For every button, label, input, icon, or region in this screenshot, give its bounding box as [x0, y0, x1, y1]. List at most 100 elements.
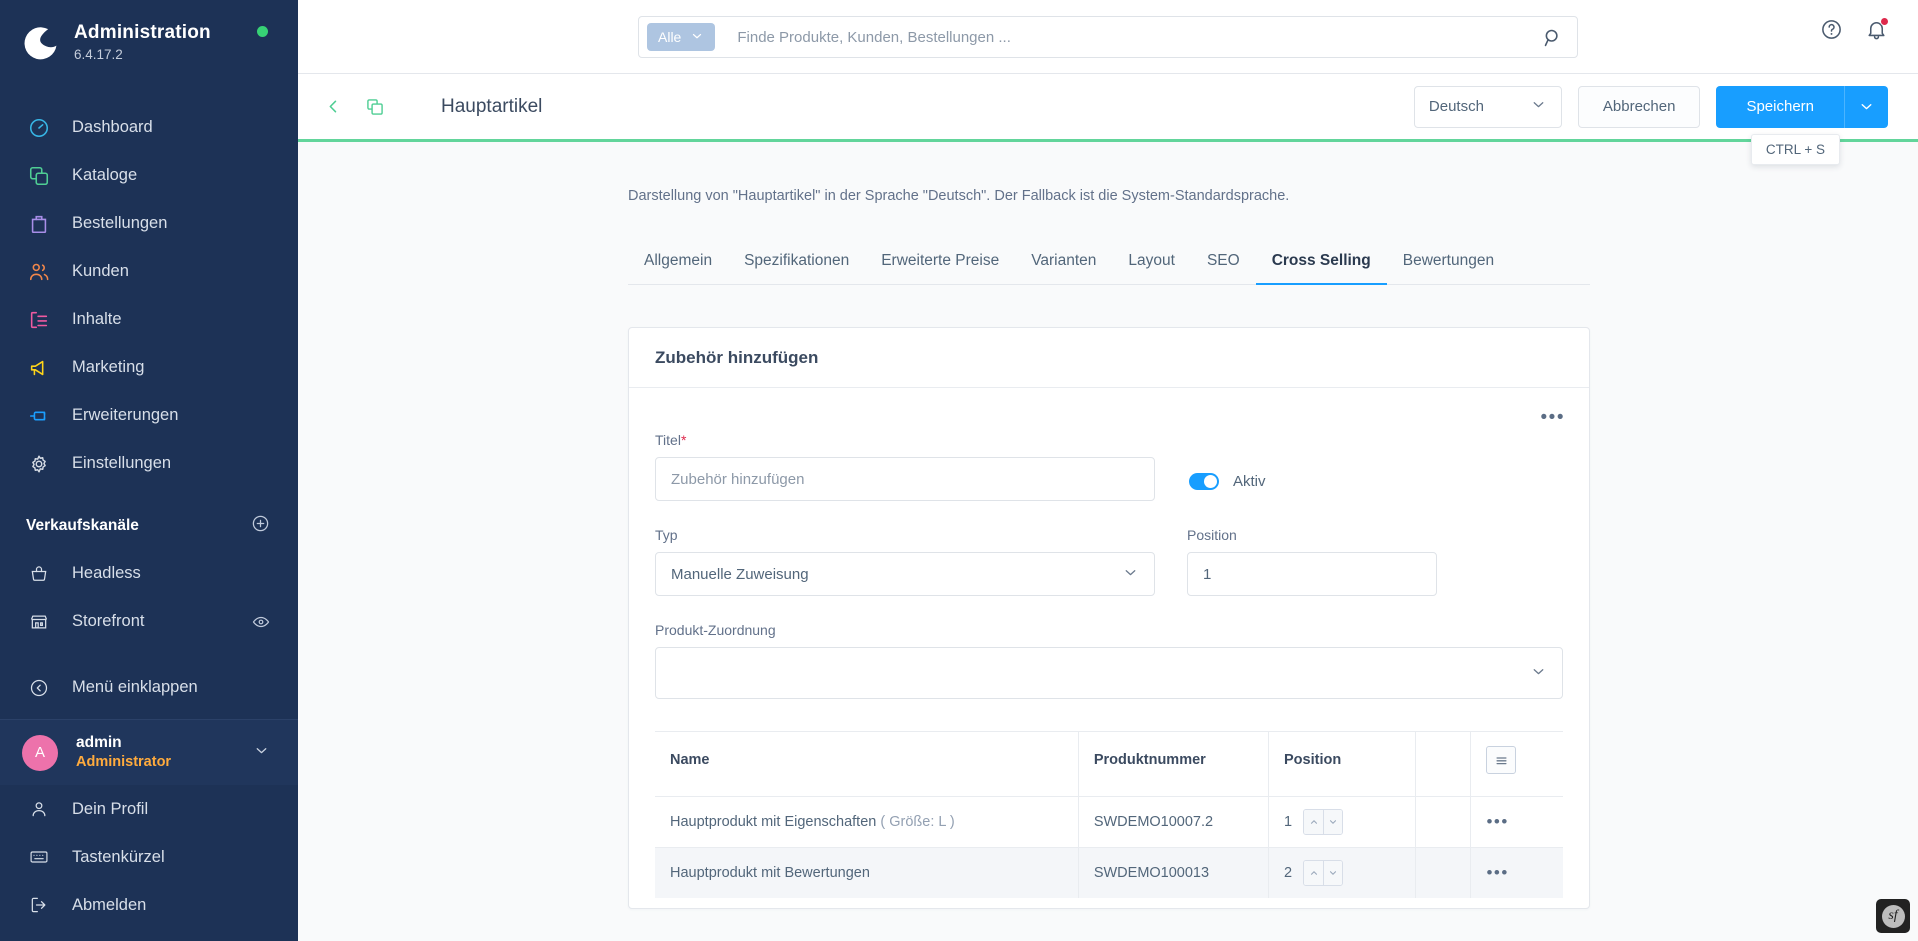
chevron-down-icon[interactable]: [1323, 810, 1343, 834]
chevron-down-icon[interactable]: [1323, 861, 1343, 885]
cancel-button[interactable]: Abbrechen: [1577, 85, 1701, 128]
product-variant: ( Größe: L ): [880, 814, 955, 830]
save-button[interactable]: Speichern: [1716, 85, 1844, 128]
tab-bewertungen[interactable]: Bewertungen: [1387, 242, 1510, 285]
sidebar-item-kataloge[interactable]: Kataloge: [0, 152, 298, 200]
chevron-left-icon[interactable]: [320, 93, 347, 120]
position-stepper[interactable]: [1303, 860, 1344, 886]
cell-spacer: [1415, 847, 1472, 898]
tab-spezifikationen[interactable]: Spezifikationen: [728, 242, 865, 285]
catalog-icon: [26, 163, 52, 189]
settings-gear-icon: [26, 451, 52, 477]
chevron-down-icon[interactable]: [253, 742, 270, 764]
sidebar-item-label: Storefront: [72, 612, 145, 631]
extensions-icon: [26, 403, 52, 429]
table-row[interactable]: Hauptprodukt mit Bewertungen SWDEMO10001…: [655, 847, 1563, 898]
sidebar-main-nav: Dashboard Kataloge Bestellungen Kunden I…: [0, 84, 298, 488]
tab-allgemein[interactable]: Allgemein: [628, 242, 728, 285]
shopware-logo-icon: [22, 23, 60, 61]
save-button-group: Speichern: [1716, 85, 1888, 128]
cell-actions: •••: [1470, 796, 1563, 848]
eye-icon[interactable]: [252, 613, 270, 631]
title-row: Titel* Aktiv: [655, 432, 1563, 501]
sidebar-item-inhalte[interactable]: Inhalte: [0, 296, 298, 344]
position-value: 1: [1284, 814, 1293, 830]
tab-varianten[interactable]: Varianten: [1015, 242, 1112, 285]
search-scope-dropdown[interactable]: Alle: [647, 23, 716, 51]
sidebar-item-label: Dashboard: [72, 118, 153, 137]
sidebar-collapse-menu[interactable]: Menü einklappen: [0, 664, 298, 712]
chevron-up-icon[interactable]: [1304, 861, 1324, 885]
sidebar-item-marketing[interactable]: Marketing: [0, 344, 298, 392]
cell-position: 2: [1268, 847, 1417, 898]
copy-icon[interactable]: [361, 93, 389, 121]
accent-rule: [298, 139, 1918, 142]
top-bar-icons: [1820, 17, 1889, 41]
save-dropdown-button[interactable]: [1844, 85, 1888, 128]
sidebar-item-label: Bestellungen: [72, 214, 168, 233]
cell-position: 1: [1268, 796, 1417, 848]
sidebar-item-logout[interactable]: Abmelden: [0, 881, 298, 929]
tab-cross-selling[interactable]: Cross Selling: [1255, 242, 1387, 285]
symfony-debug-toolbar[interactable]: sf: [1876, 899, 1910, 933]
question-circle-icon[interactable]: [1820, 18, 1843, 41]
title-input[interactable]: [655, 457, 1155, 501]
search-icon[interactable]: [1542, 27, 1569, 48]
position-input[interactable]: [1187, 552, 1437, 596]
search-input[interactable]: [715, 28, 1542, 46]
chevron-up-icon[interactable]: [1304, 810, 1324, 834]
collapse-left-icon: [26, 675, 52, 701]
column-header-position: Position: [1268, 731, 1417, 797]
sidebar-item-label: Einstellungen: [72, 454, 172, 473]
plus-circle-icon[interactable]: [251, 514, 270, 538]
sidebar-item-headless[interactable]: Headless: [0, 550, 298, 598]
sidebar-user-panel[interactable]: A admin Administrator: [0, 719, 298, 785]
ellipsis-icon[interactable]: •••: [1486, 863, 1508, 882]
cell-name: Hauptprodukt mit Bewertungen: [655, 847, 1079, 898]
sidebar: Administration 6.4.17.2 Dashboard Katalo…: [0, 0, 298, 941]
bell-icon[interactable]: [1865, 17, 1889, 41]
cell-product-number: SWDEMO100013: [1078, 847, 1270, 898]
avatar: A: [22, 734, 58, 771]
assignment-label: Produkt-Zuordnung: [655, 622, 776, 638]
type-select[interactable]: Manuelle Zuweisung: [655, 552, 1155, 596]
ellipsis-icon[interactable]: •••: [1486, 812, 1508, 831]
position-label: Position: [1187, 527, 1237, 543]
position-field-group: Position: [1187, 527, 1437, 596]
sidebar-item-profile[interactable]: Dein Profil: [0, 785, 298, 833]
logout-icon: [26, 892, 52, 918]
required-marker: *: [680, 432, 687, 448]
ellipsis-icon[interactable]: •••: [1541, 408, 1565, 427]
sidebar-item-storefront[interactable]: Storefront: [0, 598, 298, 646]
tab-erweiterte-preise[interactable]: Erweiterte Preise: [865, 242, 1015, 285]
list-settings-icon[interactable]: [1486, 746, 1517, 774]
column-header-settings: [1470, 731, 1563, 797]
assignment-field-group: Produkt-Zuordnung: [655, 622, 1563, 699]
sidebar-item-label: Marketing: [72, 358, 145, 377]
global-search: Alle: [638, 16, 1578, 58]
chevron-down-icon: [1122, 564, 1139, 585]
type-field-group: Typ Manuelle Zuweisung: [655, 527, 1155, 596]
position-value: 2: [1284, 865, 1293, 881]
chevron-down-icon: [1530, 663, 1547, 684]
sidebar-item-einstellungen[interactable]: Einstellungen: [0, 440, 298, 488]
marketing-icon: [26, 355, 52, 381]
sidebar-title: Administration: [74, 22, 211, 43]
sidebar-item-bestellungen[interactable]: Bestellungen: [0, 200, 298, 248]
language-select[interactable]: Deutsch: [1413, 85, 1562, 128]
sidebar-item-erweiterungen[interactable]: Erweiterungen: [0, 392, 298, 440]
type-position-row: Typ Manuelle Zuweisung Position: [655, 527, 1563, 596]
active-toggle[interactable]: [1189, 473, 1219, 490]
assignment-select[interactable]: [655, 647, 1563, 699]
chevron-down-icon: [1530, 96, 1547, 117]
sidebar-item-dashboard[interactable]: Dashboard: [0, 104, 298, 152]
card-title: Zubehör hinzufügen: [655, 348, 819, 367]
sidebar-channels-header: Verkaufskanäle: [0, 488, 298, 550]
table-row[interactable]: Hauptprodukt mit Eigenschaften ( Größe: …: [655, 796, 1563, 848]
sidebar-item-kunden[interactable]: Kunden: [0, 248, 298, 296]
sidebar-item-shortcuts[interactable]: Tastenkürzel: [0, 833, 298, 881]
tab-seo[interactable]: SEO: [1191, 242, 1256, 285]
tab-layout[interactable]: Layout: [1112, 242, 1191, 285]
position-stepper[interactable]: [1303, 809, 1344, 835]
save-shortcut-tooltip: CTRL + S: [1750, 133, 1840, 165]
